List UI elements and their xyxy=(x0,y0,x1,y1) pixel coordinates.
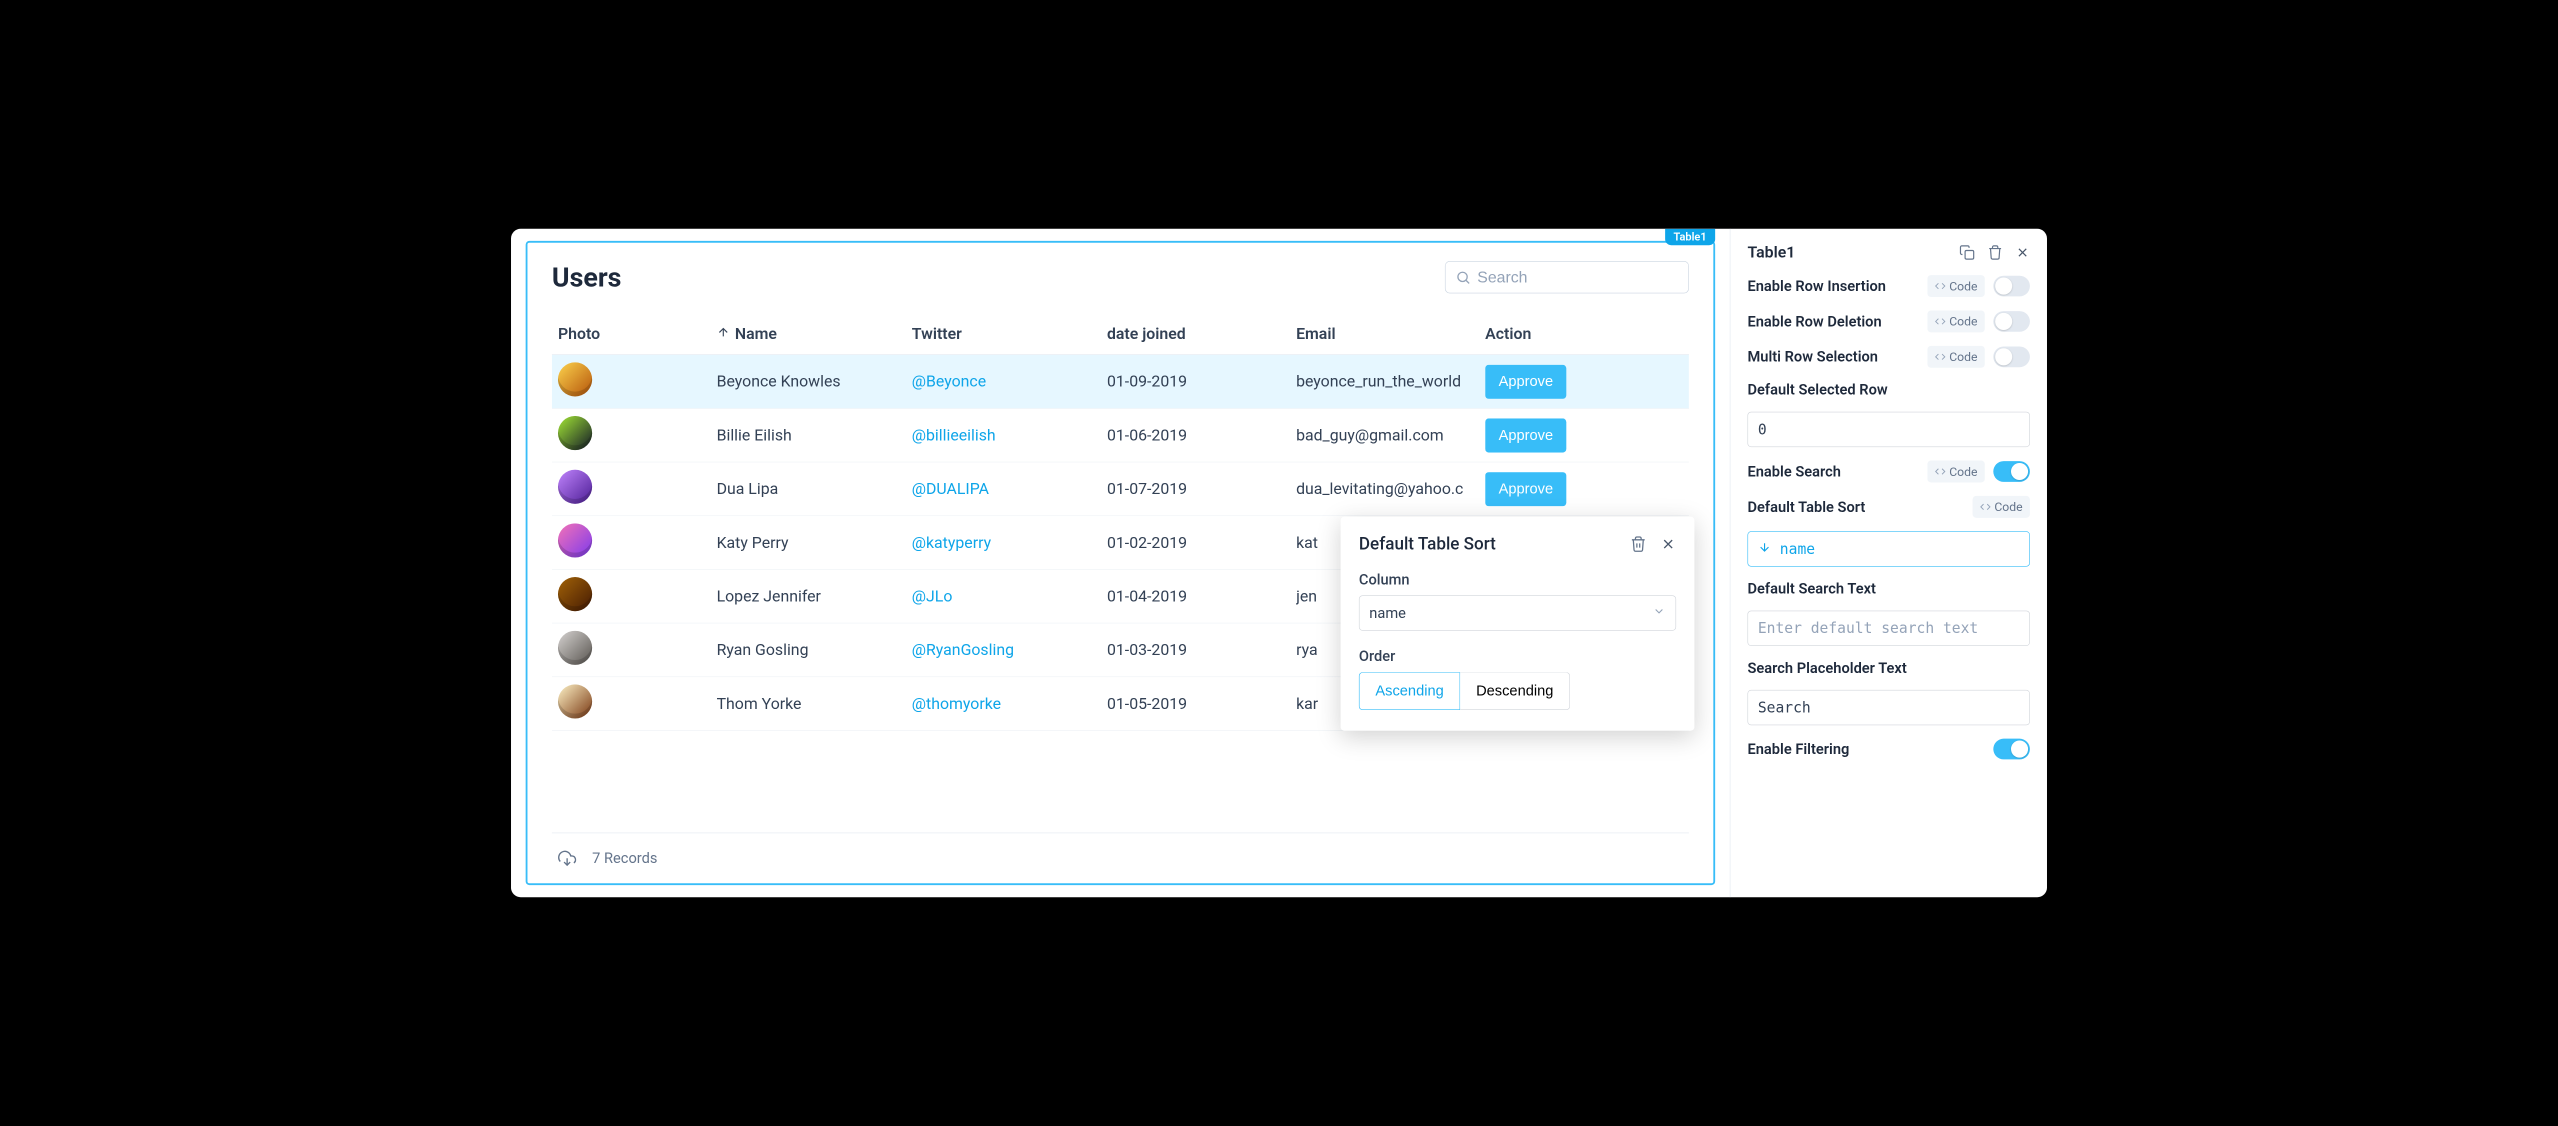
column-header-email[interactable]: Email xyxy=(1296,325,1485,343)
avatar xyxy=(558,523,592,557)
cell-twitter[interactable]: @RyanGosling xyxy=(912,641,1107,659)
cell-name: Katy Perry xyxy=(717,533,912,551)
prop-search-placeholder-label: Search Placeholder Text xyxy=(1747,659,2029,676)
chevron-down-icon xyxy=(1652,604,1665,621)
cell-date: 01-02-2019 xyxy=(1107,533,1296,551)
table-row[interactable]: Beyonce Knowles@Beyonce01-09-2019beyonce… xyxy=(552,355,1689,409)
cell-name: Beyonce Knowles xyxy=(717,372,912,390)
cell-twitter[interactable]: @DUALIPA xyxy=(912,480,1107,498)
table-row[interactable]: Dua Lipa@DUALIPA01-07-2019dua_levitating… xyxy=(552,462,1689,516)
widget-tag[interactable]: Table1 xyxy=(1665,229,1715,245)
prop-default-selected-label: Default Selected Row xyxy=(1747,381,2029,398)
prop-multi-row-label: Multi Row Selection xyxy=(1747,348,1877,365)
avatar xyxy=(558,470,592,504)
prop-row-insertion-label: Enable Row Insertion xyxy=(1747,278,1885,295)
toggle-enable-search[interactable] xyxy=(1993,461,2030,482)
code-chip[interactable]: Code xyxy=(1927,275,1985,297)
avatar xyxy=(558,362,592,396)
default-sort-input[interactable]: name xyxy=(1747,531,2029,566)
approve-button[interactable]: Approve xyxy=(1485,418,1566,452)
order-label: Order xyxy=(1359,648,1676,665)
approve-button[interactable]: Approve xyxy=(1485,364,1566,398)
column-header-date[interactable]: date joined xyxy=(1107,325,1296,343)
prop-default-search-text-label: Default Search Text xyxy=(1747,580,2029,597)
avatar xyxy=(558,577,592,611)
prop-enable-search-label: Enable Search xyxy=(1747,463,1840,480)
order-descending-button[interactable]: Descending xyxy=(1460,672,1570,710)
default-search-text-input[interactable] xyxy=(1747,611,2029,646)
sort-asc-icon xyxy=(717,325,730,343)
cell-name: Dua Lipa xyxy=(717,480,912,498)
approve-button[interactable]: Approve xyxy=(1485,472,1566,506)
trash-icon[interactable] xyxy=(1987,245,2003,261)
cell-email: beyonce_run_the_world xyxy=(1296,372,1485,390)
order-toggle-group: Ascending Descending xyxy=(1359,672,1676,710)
cell-date: 01-07-2019 xyxy=(1107,480,1296,498)
copy-icon[interactable] xyxy=(1959,245,1975,261)
code-chip[interactable]: Code xyxy=(1972,496,2030,518)
close-icon[interactable] xyxy=(1660,536,1676,552)
download-icon[interactable] xyxy=(558,849,576,867)
table-header-row: Photo Name Twitter date joined Email Act… xyxy=(552,314,1689,355)
cell-email: bad_guy@gmail.com xyxy=(1296,426,1485,444)
cell-twitter[interactable]: @katyperry xyxy=(912,533,1107,551)
avatar xyxy=(558,684,592,718)
cell-name: Thom Yorke xyxy=(717,694,912,712)
column-header-name[interactable]: Name xyxy=(717,325,912,343)
toggle-enable-filtering[interactable] xyxy=(1993,739,2030,760)
search-icon xyxy=(1455,269,1471,285)
close-icon[interactable] xyxy=(2015,245,2030,260)
column-select[interactable]: name xyxy=(1359,595,1676,630)
sort-down-icon xyxy=(1758,540,1771,557)
trash-icon[interactable] xyxy=(1630,535,1647,552)
cell-email: dua_levitating@yahoo.c xyxy=(1296,480,1485,498)
properties-panel: Table1 Enable Row Insertion Code xyxy=(1730,229,2047,898)
prop-enable-filtering-label: Enable Filtering xyxy=(1747,741,1849,758)
cell-name: Billie Eilish xyxy=(717,426,912,444)
toggle-row-deletion[interactable] xyxy=(1993,311,2030,332)
sort-popup: Default Table Sort Column name Order xyxy=(1341,517,1695,731)
cell-name: Lopez Jennifer xyxy=(717,587,912,605)
table-row[interactable]: Billie Eilish@billieeilish01-06-2019bad_… xyxy=(552,409,1689,463)
column-label: Column xyxy=(1359,571,1676,588)
prop-row-deletion-label: Enable Row Deletion xyxy=(1747,313,1881,330)
page-title: Users xyxy=(552,261,622,293)
cell-date: 01-09-2019 xyxy=(1107,372,1296,390)
records-count: 7 Records xyxy=(592,850,657,867)
prop-default-sort-label: Default Table Sort xyxy=(1747,498,1865,515)
column-header-photo[interactable]: Photo xyxy=(558,325,717,343)
order-ascending-button[interactable]: Ascending xyxy=(1359,672,1460,710)
cell-date: 01-03-2019 xyxy=(1107,641,1296,659)
code-chip[interactable]: Code xyxy=(1927,461,1985,483)
cell-twitter[interactable]: @Beyonce xyxy=(912,372,1107,390)
toggle-multi-row[interactable] xyxy=(1993,346,2030,367)
cell-twitter[interactable]: @JLo xyxy=(912,587,1107,605)
cell-twitter[interactable]: @thomyorke xyxy=(912,694,1107,712)
search-placeholder-input[interactable] xyxy=(1747,690,2029,725)
table-footer: 7 Records xyxy=(552,833,1689,871)
toggle-row-insertion[interactable] xyxy=(1993,276,2030,297)
search-box[interactable] xyxy=(1445,261,1689,293)
avatar xyxy=(558,416,592,450)
cell-twitter[interactable]: @billieeilish xyxy=(912,426,1107,444)
avatar xyxy=(558,631,592,665)
default-selected-input[interactable] xyxy=(1747,412,2029,447)
popup-title: Default Table Sort xyxy=(1359,534,1496,554)
cell-date: 01-05-2019 xyxy=(1107,694,1296,712)
cell-name: Ryan Gosling xyxy=(717,641,912,659)
panel-title: Table1 xyxy=(1747,243,1795,261)
cell-date: 01-04-2019 xyxy=(1107,587,1296,605)
column-header-twitter[interactable]: Twitter xyxy=(912,325,1107,343)
code-chip[interactable]: Code xyxy=(1927,346,1985,368)
cell-date: 01-06-2019 xyxy=(1107,426,1296,444)
column-header-action[interactable]: Action xyxy=(1485,325,1683,343)
search-input[interactable] xyxy=(1477,268,1678,287)
code-chip[interactable]: Code xyxy=(1927,310,1985,332)
